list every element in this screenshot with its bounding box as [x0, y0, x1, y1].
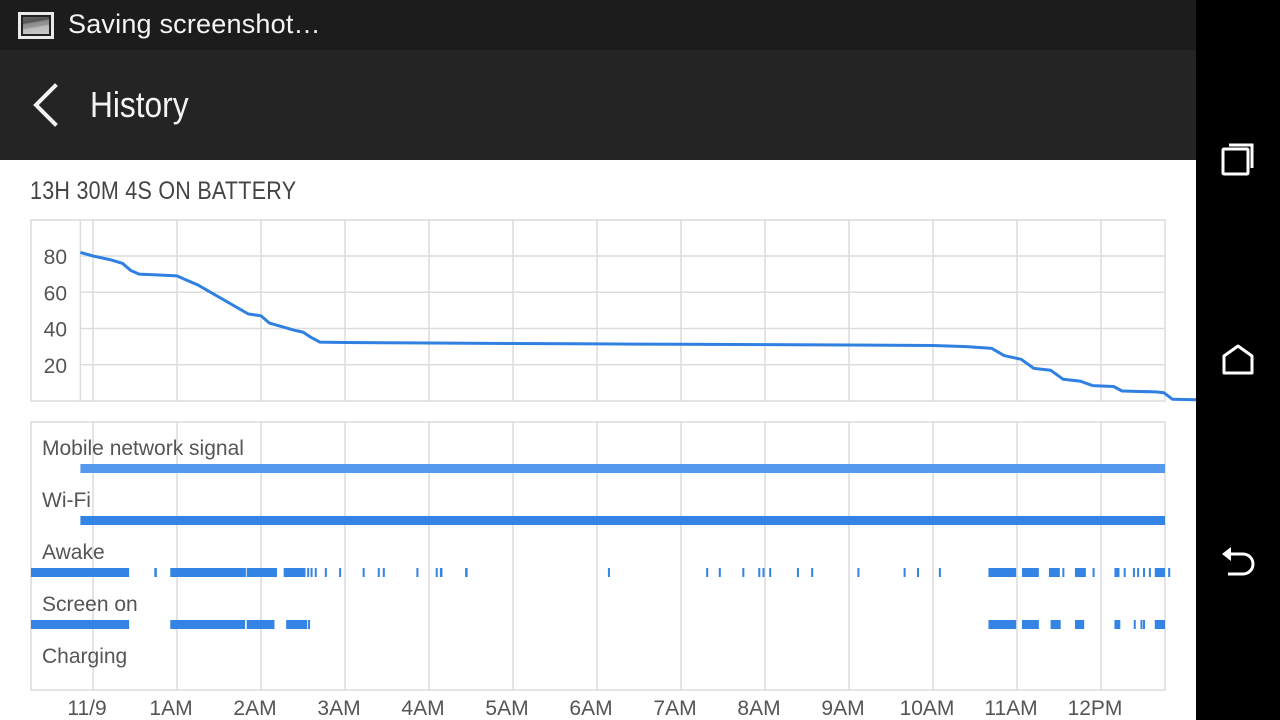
status-bar-segment — [1124, 568, 1126, 577]
status-bar-segment — [706, 568, 708, 577]
status-bar-segment — [308, 620, 310, 629]
status-bar-segment — [170, 620, 245, 629]
status-bar-segment — [80, 516, 1165, 525]
x-tick-label: 12PM — [1068, 697, 1123, 720]
x-tick-label: 10AM — [900, 697, 955, 720]
navigation-bar — [1196, 0, 1280, 720]
status-bar-segment — [1114, 568, 1119, 577]
status-row-label: Charging — [42, 645, 127, 668]
battery-plot-frame — [31, 220, 1165, 401]
status-bar-segment — [307, 568, 309, 577]
status-bar-segment — [608, 568, 610, 577]
status-bar-segment — [1114, 620, 1120, 629]
status-bar-segment — [284, 568, 306, 577]
battery-history-chart: 20 40 60 80 11/9 1AM 2AM 3AM 4AM 5AM 6AM 7AM 8AM 9AM 1… — [0, 0, 1196, 720]
status-bar-segment — [917, 568, 919, 577]
status-bar-segment — [1049, 568, 1060, 577]
status-row-label: Wi-Fi — [42, 489, 91, 512]
status-bar-segment — [1022, 620, 1039, 629]
status-bar-segment — [1140, 620, 1142, 629]
x-tick-label: 4AM — [401, 697, 444, 720]
status-bar-segment — [1133, 568, 1135, 577]
home-icon — [1214, 337, 1262, 385]
status-bar-segment — [247, 568, 277, 577]
x-tick-label: 7AM — [653, 697, 696, 720]
back-nav-button[interactable] — [1214, 537, 1262, 585]
status-bar-segment — [742, 568, 744, 577]
home-button[interactable] — [1214, 337, 1262, 385]
status-bar-segment — [339, 568, 341, 577]
status-bar-segment — [170, 568, 246, 577]
status-bar-segment — [247, 620, 275, 629]
status-bar-segment — [325, 568, 327, 577]
status-rows-frame — [31, 422, 1165, 690]
status-bar-segment — [31, 568, 129, 577]
x-tick-label: 5AM — [485, 697, 528, 720]
status-bar-segment — [762, 568, 764, 577]
status-bar-segment — [383, 568, 385, 577]
y-tick-label: 20 — [44, 355, 67, 378]
status-bar-segment — [1149, 568, 1151, 577]
x-tick-label: 2AM — [233, 697, 276, 720]
battery-level-line — [80, 252, 1196, 400]
status-bar-segment — [1143, 620, 1145, 629]
status-bar-segment — [440, 568, 443, 577]
status-bar-segment — [939, 568, 941, 577]
status-bar-segment — [719, 568, 721, 577]
status-bar-segment — [436, 568, 438, 577]
status-bar-segment — [1137, 568, 1139, 577]
status-bar-segment — [1093, 568, 1095, 577]
x-tick-label: 11AM — [984, 697, 1037, 720]
x-tick-label: 6AM — [569, 697, 612, 720]
status-bar-segment — [1022, 568, 1039, 577]
status-bar-segment — [1155, 568, 1165, 577]
status-row-label: Screen on — [42, 593, 138, 616]
status-bar-segment — [988, 568, 1016, 577]
status-row-label: Awake — [42, 541, 105, 564]
status-bar-segment — [1051, 620, 1061, 629]
status-bar-segment — [904, 568, 906, 577]
status-bar-segment — [1062, 568, 1064, 577]
status-bar-segment — [797, 568, 799, 577]
x-tick-label: 9AM — [821, 697, 864, 720]
status-bar-segment — [31, 620, 129, 629]
status-bar-segment — [1075, 620, 1084, 629]
status-bar-segment — [811, 568, 813, 577]
status-bar-segment — [1155, 620, 1165, 629]
x-tick-label: 1AM — [149, 697, 192, 720]
status-row-label: Mobile network signal — [42, 437, 244, 460]
status-bar-segment — [154, 568, 157, 577]
status-bar-segment — [1134, 620, 1136, 629]
status-bar-segment — [769, 568, 771, 577]
x-tick-label: 11/9 — [67, 697, 106, 720]
status-bar-segment — [286, 620, 307, 629]
back-arrow-icon — [1214, 537, 1262, 585]
status-bar-segment — [311, 568, 313, 577]
status-bar-segment — [416, 568, 418, 577]
status-bar-segment — [758, 568, 760, 577]
recent-apps-button[interactable] — [1214, 137, 1262, 185]
battery-history-screen: Saving screenshot… History 13H 30M 4S ON… — [0, 0, 1196, 720]
status-bar-segment — [857, 568, 859, 577]
status-bar-segment — [988, 620, 1016, 629]
y-tick-label: 60 — [44, 282, 67, 305]
x-tick-label: 8AM — [737, 697, 780, 720]
status-bar-segment — [378, 568, 380, 577]
x-tick-label: 3AM — [317, 697, 360, 720]
status-bar-segment — [1075, 568, 1086, 577]
status-bar-segment — [1168, 568, 1170, 577]
status-bar-segment — [465, 568, 468, 577]
status-bar-segment — [363, 568, 365, 577]
y-tick-label: 80 — [44, 246, 67, 269]
y-tick-label: 40 — [44, 319, 67, 342]
recent-apps-icon — [1214, 137, 1262, 185]
status-bar-segment — [315, 568, 317, 577]
status-bar-segment — [80, 464, 1165, 473]
status-bar-segment — [1143, 568, 1145, 577]
